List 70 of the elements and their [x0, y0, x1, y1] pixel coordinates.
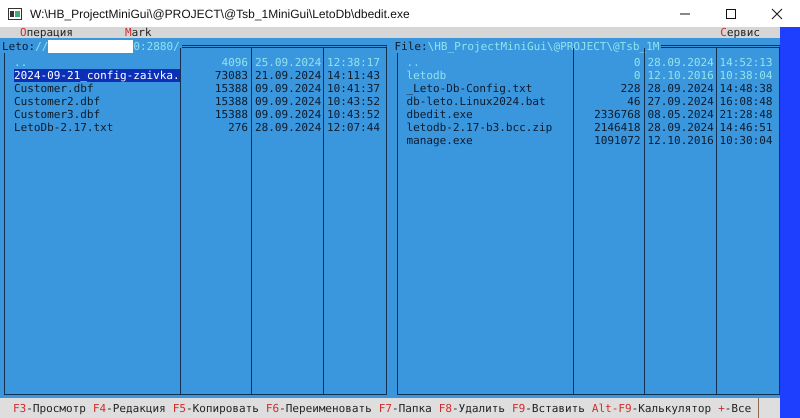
file-time: 12:38:17 [327, 56, 380, 69]
file-size: 0 [634, 56, 640, 69]
file-size: 73083 [214, 69, 248, 82]
panel-label: Leto: [2, 40, 36, 53]
file-date: 09.09.2024 [255, 82, 322, 95]
function-key-hint[interactable]: F5-Копировать [172, 402, 259, 414]
function-key-hint[interactable]: F4-Редакция [92, 402, 166, 414]
file-size: 2336768 [594, 108, 640, 121]
file-size: 15388 [214, 82, 248, 95]
file-time: 10:30:04 [720, 134, 772, 147]
file-date: 21.09.2024 [255, 69, 322, 82]
file-date: 09.09.2024 [255, 95, 322, 108]
file-name[interactable]: dbedit.exe [406, 108, 473, 121]
file-date: 28.09.2024 [648, 56, 714, 69]
file-date: 28.09.2024 [648, 82, 714, 95]
file-name[interactable]: db-leto.Linux2024.bat [406, 95, 546, 108]
file-time: 10:41:37 [327, 82, 380, 95]
maximize-icon[interactable] [725, 8, 737, 20]
file-time: 14:48:38 [720, 82, 772, 95]
function-key-hint[interactable]: F3-Просмотр [13, 402, 86, 414]
file-size: 0 [634, 69, 640, 82]
panel-path: \HB_ProjectMiniGui\@PROJECT\@Tsb_1M [428, 40, 660, 53]
function-key-hint[interactable]: F6-Переименовать [266, 402, 372, 414]
file-size: 2146418 [594, 121, 640, 134]
file-time: 10:43:52 [327, 108, 380, 121]
console-app-icon [8, 8, 22, 20]
file-time: 21:28:48 [720, 108, 772, 121]
file-size: 1091072 [594, 134, 640, 147]
file-name[interactable]: 2024-09-21_config-zaivka. [14, 69, 180, 82]
file-size: 4096 [222, 56, 248, 69]
file-date: 12.10.2016 [648, 134, 714, 147]
menu-item[interactable]: Mark [124, 27, 152, 38]
file-date: 28.09.2024 [255, 121, 322, 134]
file-size: 228 [620, 82, 640, 95]
file-size: 46 [627, 95, 640, 108]
file-size: 15388 [214, 108, 248, 121]
window-title: W:\HB_ProjectMiniGui\@PROJECT\@Tsb_1MiniGui\LetoDb\dbedit.exe [30, 6, 411, 20]
menu-item[interactable]: Сервис [720, 27, 760, 38]
file-date: 09.09.2024 [255, 108, 322, 121]
panel-path: 0:2880/ [133, 40, 180, 53]
file-name[interactable]: Customer3.dbf [14, 108, 100, 121]
file-size: 15388 [214, 95, 248, 108]
file-time: 14:11:43 [327, 69, 380, 82]
file-name[interactable]: _Leto-Db-Config.txt [406, 82, 532, 95]
file-time: 10:43:52 [327, 95, 380, 108]
function-key-hint[interactable]: F9-Вставить [512, 402, 585, 414]
file-time: 16:08:48 [720, 95, 772, 108]
panel-path: // [35, 40, 48, 53]
file-name[interactable]: Customer2.dbf [14, 95, 100, 108]
file-date: 08.05.2024 [648, 108, 714, 121]
file-time: 12:07:44 [327, 121, 380, 134]
function-key-hint[interactable]: F8-Удалить [438, 402, 506, 414]
file-name[interactable]: LetoDb-2.17.txt [14, 121, 114, 134]
file-name[interactable]: letodb-2.17-b3.bcc.zip [406, 121, 552, 134]
file-date: 28.09.2024 [648, 121, 714, 134]
file-time: 14:52:13 [720, 56, 772, 69]
close-icon[interactable] [771, 8, 783, 20]
file-time: 14:46:51 [720, 121, 772, 134]
function-key-hint[interactable]: F7-Папка [378, 402, 432, 414]
file-size: 276 [228, 121, 248, 134]
file-date: 27.09.2024 [648, 95, 714, 108]
file-time: 10:38:04 [720, 69, 772, 82]
panel-label: File: [394, 40, 428, 53]
file-name[interactable]: Customer.dbf [14, 82, 94, 95]
file-date: 12.10.2016 [648, 69, 714, 82]
file-name[interactable]: manage.exe [406, 134, 473, 147]
function-key-hint[interactable]: +-Все [718, 402, 752, 414]
file-date: 25.09.2024 [255, 56, 322, 69]
function-key-hint[interactable]: Alt-F9-Калькулятор [592, 402, 712, 414]
menu-item[interactable]: Операция [20, 27, 73, 38]
